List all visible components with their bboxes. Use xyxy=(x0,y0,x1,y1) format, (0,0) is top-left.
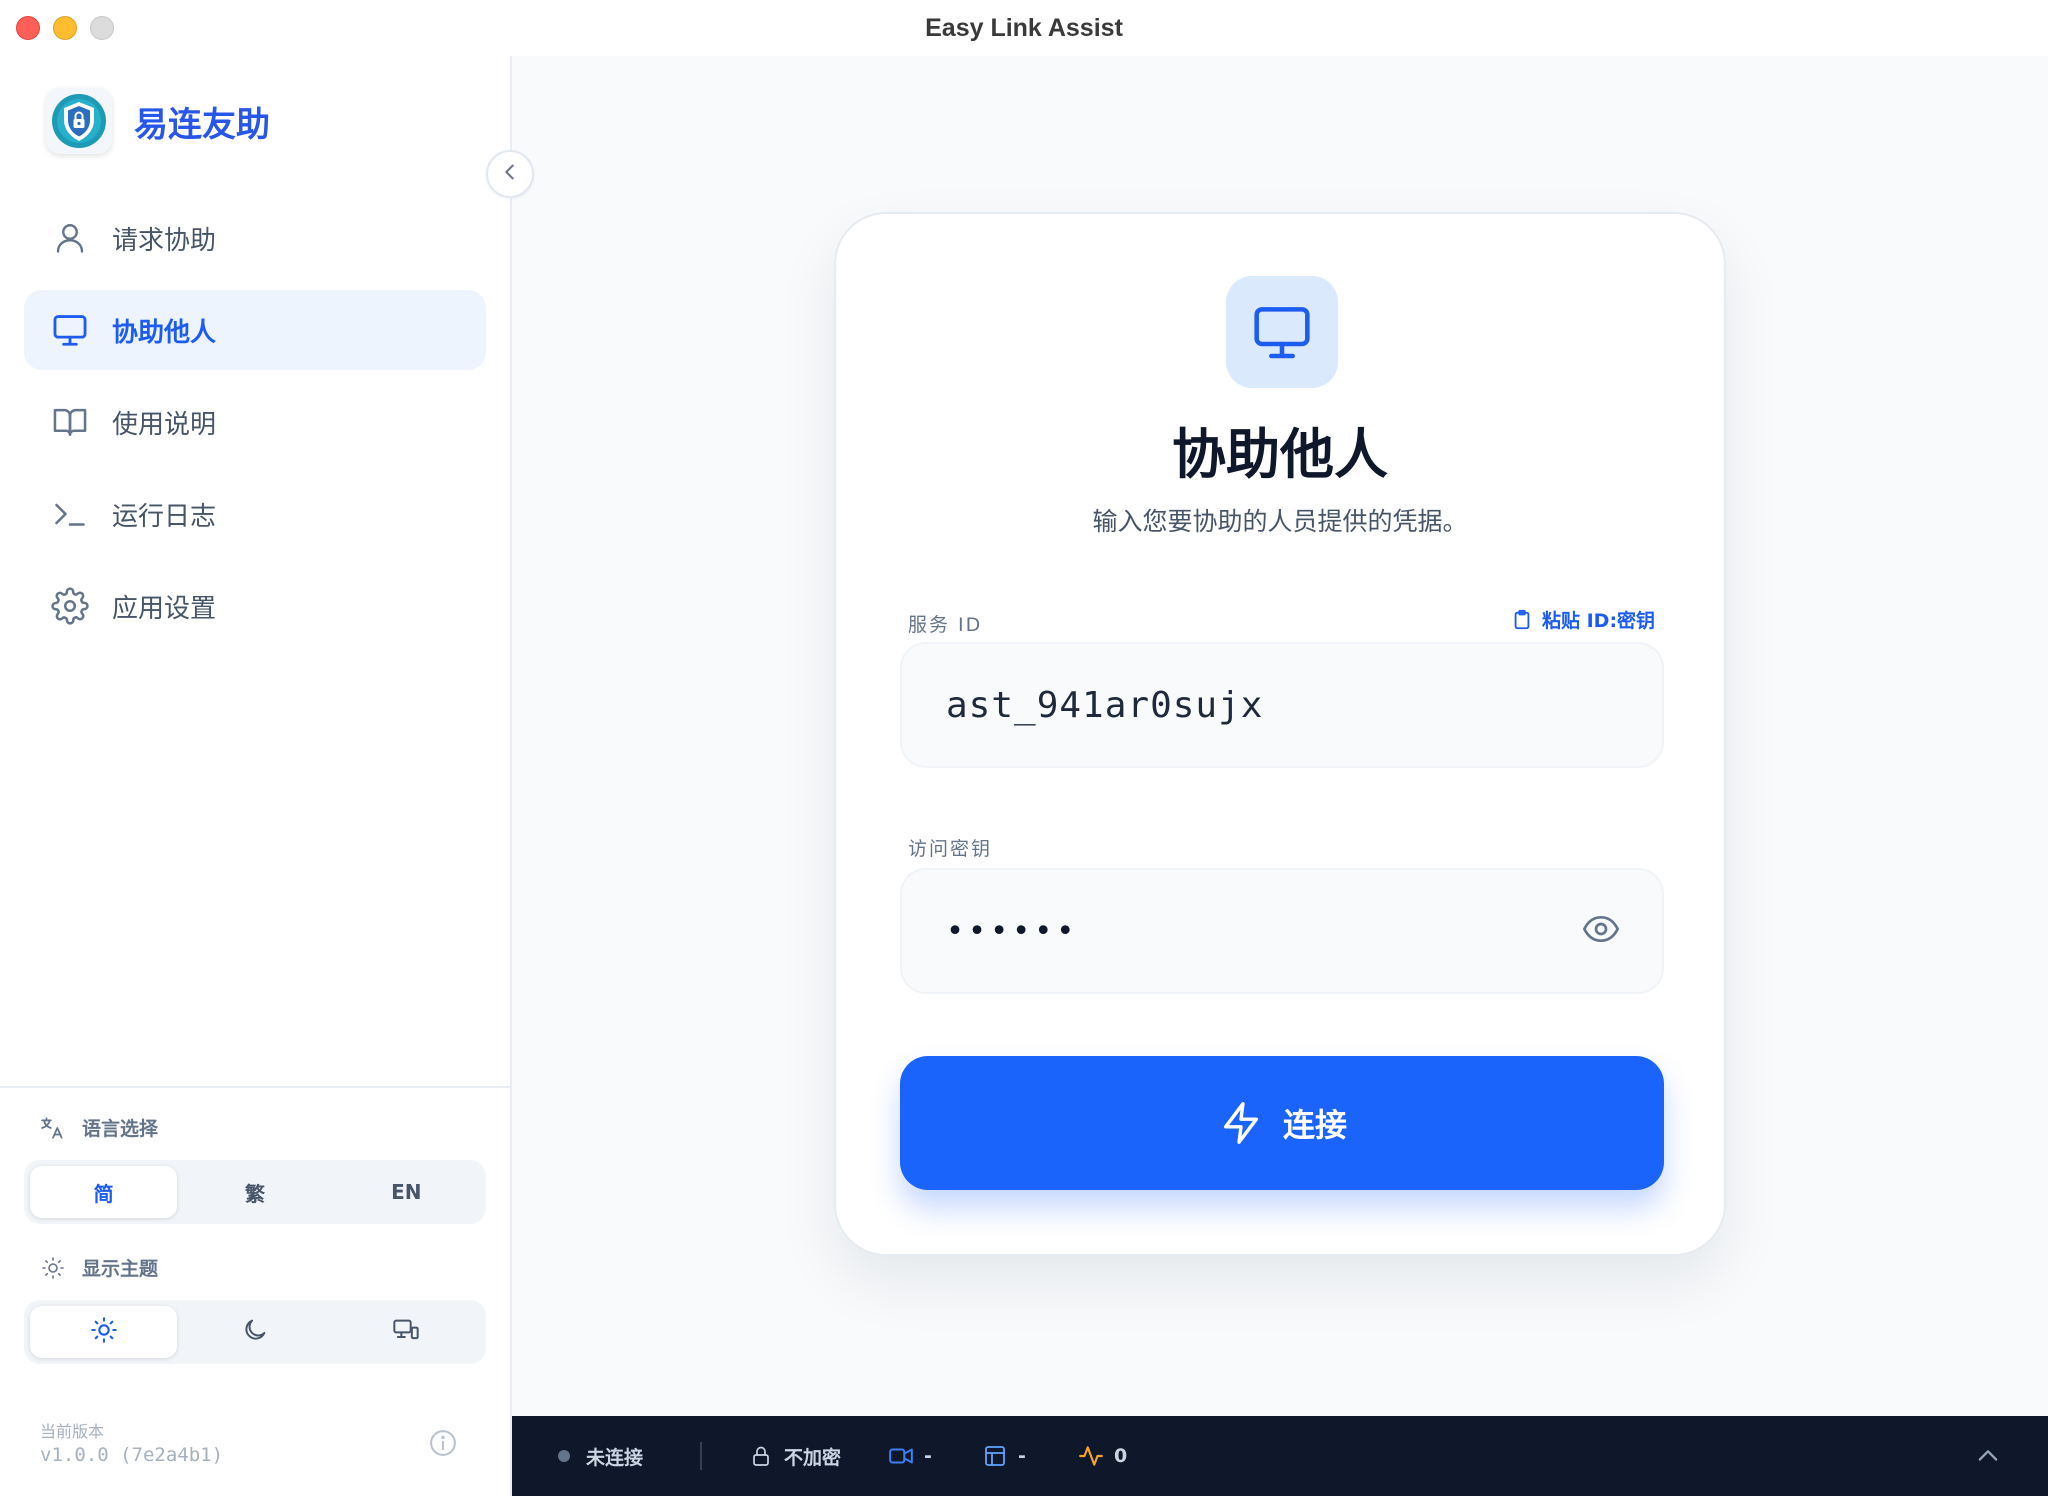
sidebar: 易连友助 请求协助 协助他人 使用说明 运行日志 应用设置 语言选择 简 繁 E… xyxy=(0,56,512,1496)
gear-icon xyxy=(48,584,92,628)
video-camera-icon xyxy=(888,1443,914,1469)
book-icon xyxy=(48,400,92,444)
monitor-icon xyxy=(48,308,92,352)
brand-name: 易连友助 xyxy=(134,104,270,145)
shield-lock-icon xyxy=(46,88,112,154)
encryption-status-text: 不加密 xyxy=(784,1446,842,1469)
sidebar-item-instructions[interactable]: 使用说明 xyxy=(24,382,486,462)
connection-status-text: 未连接 xyxy=(586,1446,644,1469)
sidebar-divider xyxy=(0,1086,510,1088)
theme-system-button[interactable] xyxy=(333,1306,480,1358)
minimize-window-button[interactable] xyxy=(53,16,77,40)
connection-status: 未连接 xyxy=(558,1416,643,1496)
sidebar-item-settings[interactable]: 应用设置 xyxy=(24,566,486,646)
encryption-status: 不加密 xyxy=(748,1416,841,1496)
main-area: 协助他人 输入您要协助的人员提供的凭据。 服务 ID 粘贴 ID:密钥 ast_… xyxy=(512,56,2048,1416)
sidebar-item-label: 协助他人 xyxy=(112,317,217,348)
status-separator xyxy=(700,1442,702,1470)
clipboard-icon xyxy=(1510,608,1534,632)
language-option-traditional[interactable]: 繁 xyxy=(181,1166,328,1218)
service-id-value: ast_941ar0sujx xyxy=(946,684,1264,726)
sun-icon xyxy=(40,1255,66,1281)
paste-credentials-button[interactable]: 粘贴 ID:密钥 xyxy=(1510,606,1655,633)
lock-icon xyxy=(748,1443,774,1469)
access-key-value: •••••• xyxy=(946,913,1079,949)
window-controls xyxy=(16,16,114,40)
sidebar-nav: 请求协助 协助他人 使用说明 运行日志 应用设置 xyxy=(24,198,486,658)
language-selector: 简 繁 EN xyxy=(24,1160,486,1224)
sidebar-item-assist-others[interactable]: 协助他人 xyxy=(24,290,486,370)
connect-button[interactable]: 连接 xyxy=(900,1056,1664,1190)
terminal-icon xyxy=(48,492,92,536)
activity-icon xyxy=(1078,1443,1104,1469)
monitor-icon xyxy=(1226,276,1338,388)
sidebar-item-request-help[interactable]: 请求协助 xyxy=(24,198,486,278)
zoom-window-button[interactable] xyxy=(90,16,114,40)
sidebar-item-label: 请求协助 xyxy=(112,225,217,256)
window-title: Easy Link Assist xyxy=(925,13,1123,42)
theme-selector xyxy=(24,1300,486,1364)
layout-icon xyxy=(982,1443,1008,1469)
expand-statusbar-button[interactable] xyxy=(1974,1442,2004,1472)
brand: 易连友助 xyxy=(46,88,270,154)
theme-dark-button[interactable] xyxy=(181,1306,328,1358)
version-label: 当前版本 xyxy=(40,1422,105,1441)
page-title: 协助他人 xyxy=(1172,423,1388,486)
service-id-label: 服务 ID xyxy=(908,614,983,636)
page-subtitle: 输入您要协助的人员提供的凭据。 xyxy=(1092,507,1468,536)
connect-label: 连接 xyxy=(1282,1106,1347,1144)
video-status-text: - xyxy=(924,1445,932,1467)
language-option-simplified[interactable]: 简 xyxy=(30,1166,178,1218)
activity-status-text: 0 xyxy=(1114,1445,1128,1467)
service-id-input[interactable]: ast_941ar0sujx xyxy=(900,642,1664,768)
sidebar-item-label: 使用说明 xyxy=(112,409,217,440)
chevron-up-icon xyxy=(1974,1450,2002,1474)
toggle-visibility-button[interactable] xyxy=(1580,910,1622,952)
theme-section-label: 显示主题 xyxy=(40,1254,158,1281)
lightning-icon xyxy=(1217,1099,1265,1147)
video-status: - xyxy=(888,1416,932,1496)
access-key-input[interactable]: •••••• xyxy=(900,868,1664,994)
chevron-left-icon xyxy=(499,161,521,187)
status-bar: 未连接 不加密 - - 0 xyxy=(512,1416,2048,1496)
theme-light-button[interactable] xyxy=(30,1306,178,1358)
window-titlebar: Easy Link Assist xyxy=(0,0,2048,56)
language-label: 语言选择 xyxy=(82,1118,159,1140)
translate-icon xyxy=(40,1115,66,1141)
activity-status: 0 xyxy=(1078,1416,1127,1496)
language-section-label: 语言选择 xyxy=(40,1114,158,1141)
sun-icon xyxy=(90,1316,118,1349)
sidebar-collapse-button[interactable] xyxy=(486,150,534,198)
status-dot xyxy=(558,1450,570,1462)
monitor-system-icon xyxy=(392,1316,420,1349)
version-value: v1.0.0 (7e2a4b1) xyxy=(40,1444,224,1466)
user-icon xyxy=(48,216,92,260)
assist-others-card: 协助他人 输入您要协助的人员提供的凭据。 服务 ID 粘贴 ID:密钥 ast_… xyxy=(834,212,1726,1256)
moon-icon xyxy=(241,1316,269,1349)
info-icon[interactable] xyxy=(428,1428,458,1458)
sidebar-item-label: 应用设置 xyxy=(112,593,217,624)
sidebar-item-logs[interactable]: 运行日志 xyxy=(24,474,486,554)
layout-status: - xyxy=(982,1416,1026,1496)
close-window-button[interactable] xyxy=(16,16,40,40)
theme-label: 显示主题 xyxy=(82,1258,159,1280)
paste-label: 粘贴 ID:密钥 xyxy=(1542,610,1656,632)
sidebar-item-label: 运行日志 xyxy=(112,501,217,532)
access-key-label: 访问密钥 xyxy=(908,838,993,860)
language-option-english[interactable]: EN xyxy=(333,1166,480,1218)
layout-status-text: - xyxy=(1018,1445,1026,1467)
eye-icon xyxy=(1581,909,1621,953)
